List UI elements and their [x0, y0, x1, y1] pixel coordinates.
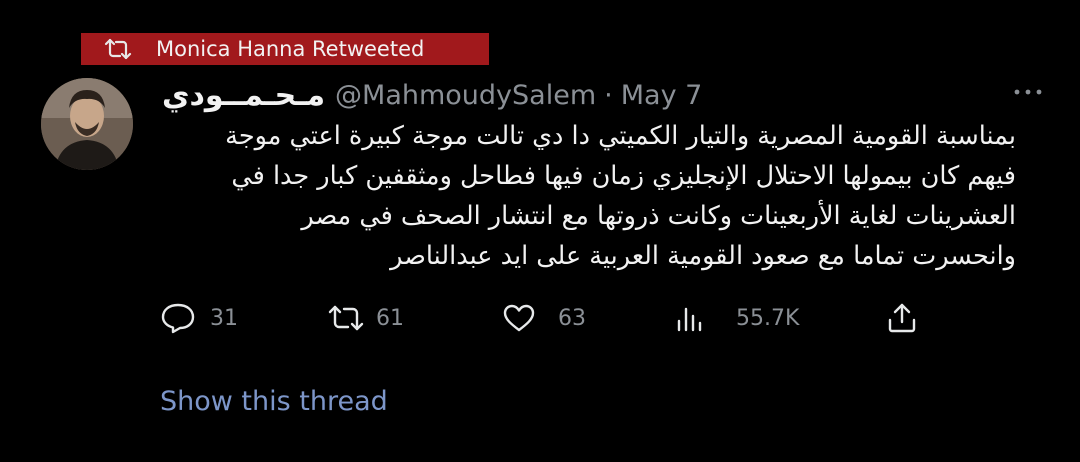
like-button[interactable]: 63 [502, 298, 586, 338]
more-options-icon[interactable] [1012, 84, 1044, 100]
share-icon [885, 302, 919, 334]
heart-icon [502, 303, 536, 333]
action-bar: 31 61 63 55.7K [0, 298, 1080, 338]
header-separator: · [604, 79, 613, 111]
retweet-icon [326, 304, 366, 332]
tweet-text-line: فيهم كان بيمولها الاحتلال الإنجليزي زمان… [231, 161, 1016, 191]
retweet-button[interactable]: 61 [326, 298, 404, 338]
tweet-text: بمناسبة القومية المصرية والتيار الكميتي … [160, 116, 1016, 276]
retweet-count: 61 [376, 305, 404, 331]
views-icon [676, 303, 706, 333]
show-thread-link[interactable]: Show this thread [160, 386, 388, 417]
share-button[interactable] [885, 298, 919, 338]
tweet-header: مـحـمــودي @MahmoudySalem · May 7 [162, 77, 732, 113]
tweet-text-line: بمناسبة القومية المصرية والتيار الكميتي … [225, 121, 1016, 151]
retweet-icon [103, 38, 133, 60]
retweet-banner-label: Monica Hanna Retweeted [156, 37, 425, 61]
display-name[interactable]: مـحـمــودي [162, 78, 325, 113]
tweet-date[interactable]: May 7 [621, 80, 703, 111]
views-button[interactable]: 55.7K [676, 298, 799, 338]
tweet-text-line: وانحسرت تماما مع صعود القومية العربية عل… [390, 241, 1016, 271]
avatar[interactable] [41, 78, 133, 170]
like-count: 63 [558, 305, 586, 331]
reply-button[interactable]: 31 [160, 298, 238, 338]
views-count: 55.7K [736, 305, 800, 331]
reply-icon [160, 301, 196, 335]
tweet-text-line: العشرينات لغاية الأربعينات وكانت ذروتها … [301, 201, 1016, 231]
retweet-banner[interactable]: Monica Hanna Retweeted [81, 33, 489, 65]
user-handle[interactable]: @MahmoudySalem [335, 80, 596, 111]
reply-count: 31 [210, 305, 238, 331]
